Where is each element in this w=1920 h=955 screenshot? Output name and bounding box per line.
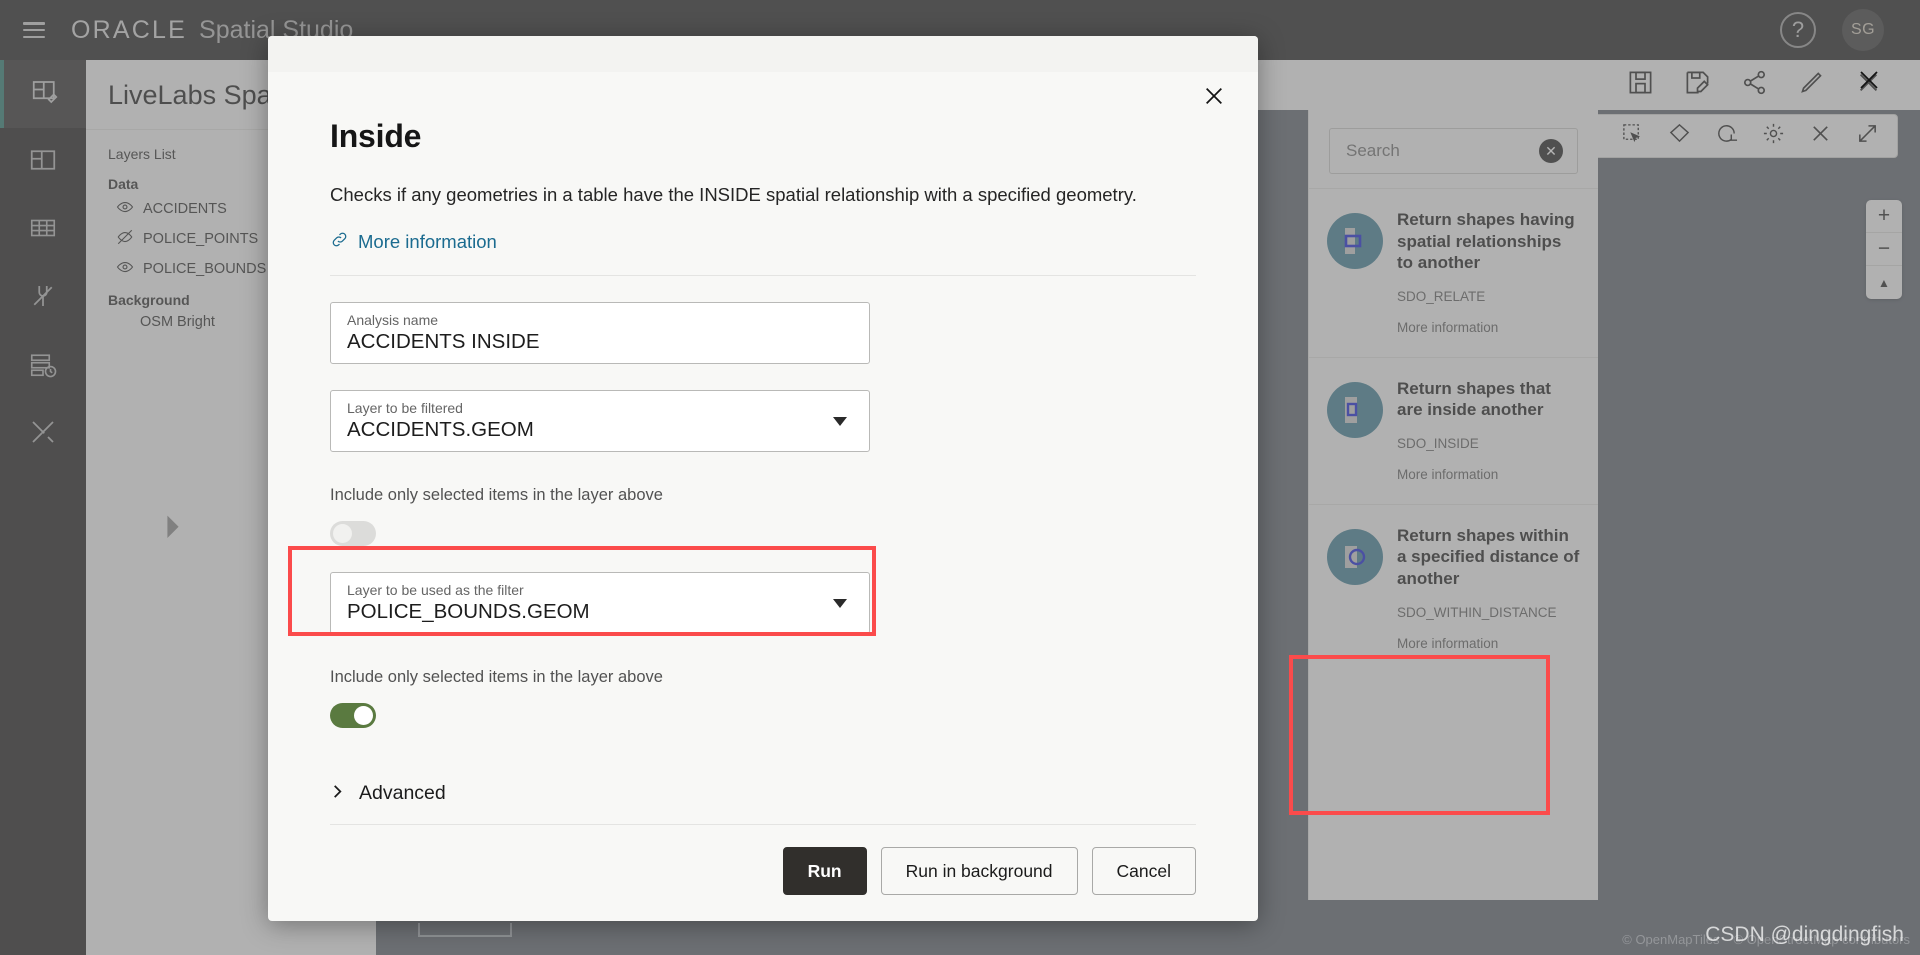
- dialog-drag-handle[interactable]: [268, 36, 1258, 72]
- chevron-right-icon: [330, 782, 345, 805]
- include-selected-toggle-1[interactable]: [330, 521, 376, 546]
- advanced-disclosure[interactable]: Advanced: [330, 782, 446, 805]
- field-label: Analysis name: [347, 312, 439, 328]
- field-value: ACCIDENTS INSIDE: [347, 330, 540, 353]
- more-information-label: More information: [358, 231, 497, 252]
- inside-analysis-dialog: Inside Checks if any geometries in a tab…: [268, 36, 1258, 921]
- run-button[interactable]: Run: [782, 847, 867, 895]
- toggle-2-label: Include only selected items in the layer…: [330, 668, 663, 686]
- app-root: ORACLE Spatial Studio ? SG: [0, 0, 1920, 955]
- watermark: CSDN @dingdingfish: [1705, 923, 1904, 946]
- dialog-body: Inside Checks if any geometries in a tab…: [268, 72, 1258, 824]
- dialog-footer: Run Run in background Cancel: [330, 824, 1196, 921]
- field-label: Layer to be used as the filter: [347, 582, 524, 598]
- layer-to-be-filtered-select[interactable]: Layer to be filtered ACCIDENTS.GEOM: [330, 390, 870, 452]
- field-value: ACCIDENTS.GEOM: [347, 418, 534, 441]
- run-in-background-button[interactable]: Run in background: [880, 847, 1078, 895]
- toggle-knob: [354, 706, 373, 725]
- dialog-divider: [330, 275, 1196, 276]
- field-value: POLICE_BOUNDS.GEOM: [347, 600, 590, 623]
- layer-as-filter-select[interactable]: Layer to be used as the filter POLICE_BO…: [330, 572, 870, 634]
- cancel-button[interactable]: Cancel: [1091, 847, 1196, 895]
- dialog-title: Inside: [330, 118, 422, 154]
- dialog-close-outer-icon[interactable]: [1852, 63, 1886, 97]
- toggle-knob: [333, 524, 352, 543]
- advanced-label: Advanced: [359, 782, 446, 804]
- chevron-down-icon[interactable]: [833, 599, 847, 608]
- chevron-down-icon[interactable]: [833, 417, 847, 426]
- dialog-close-icon[interactable]: [1196, 78, 1232, 114]
- toggle-1-label: Include only selected items in the layer…: [330, 486, 663, 504]
- include-selected-toggle-2[interactable]: [330, 703, 376, 728]
- analysis-name-field[interactable]: Analysis name ACCIDENTS INSIDE: [330, 302, 870, 364]
- dialog-description: Checks if any geometries in a table have…: [330, 184, 1137, 205]
- more-information-link[interactable]: More information: [330, 230, 497, 254]
- field-label: Layer to be filtered: [347, 400, 463, 416]
- link-icon: [330, 230, 349, 254]
